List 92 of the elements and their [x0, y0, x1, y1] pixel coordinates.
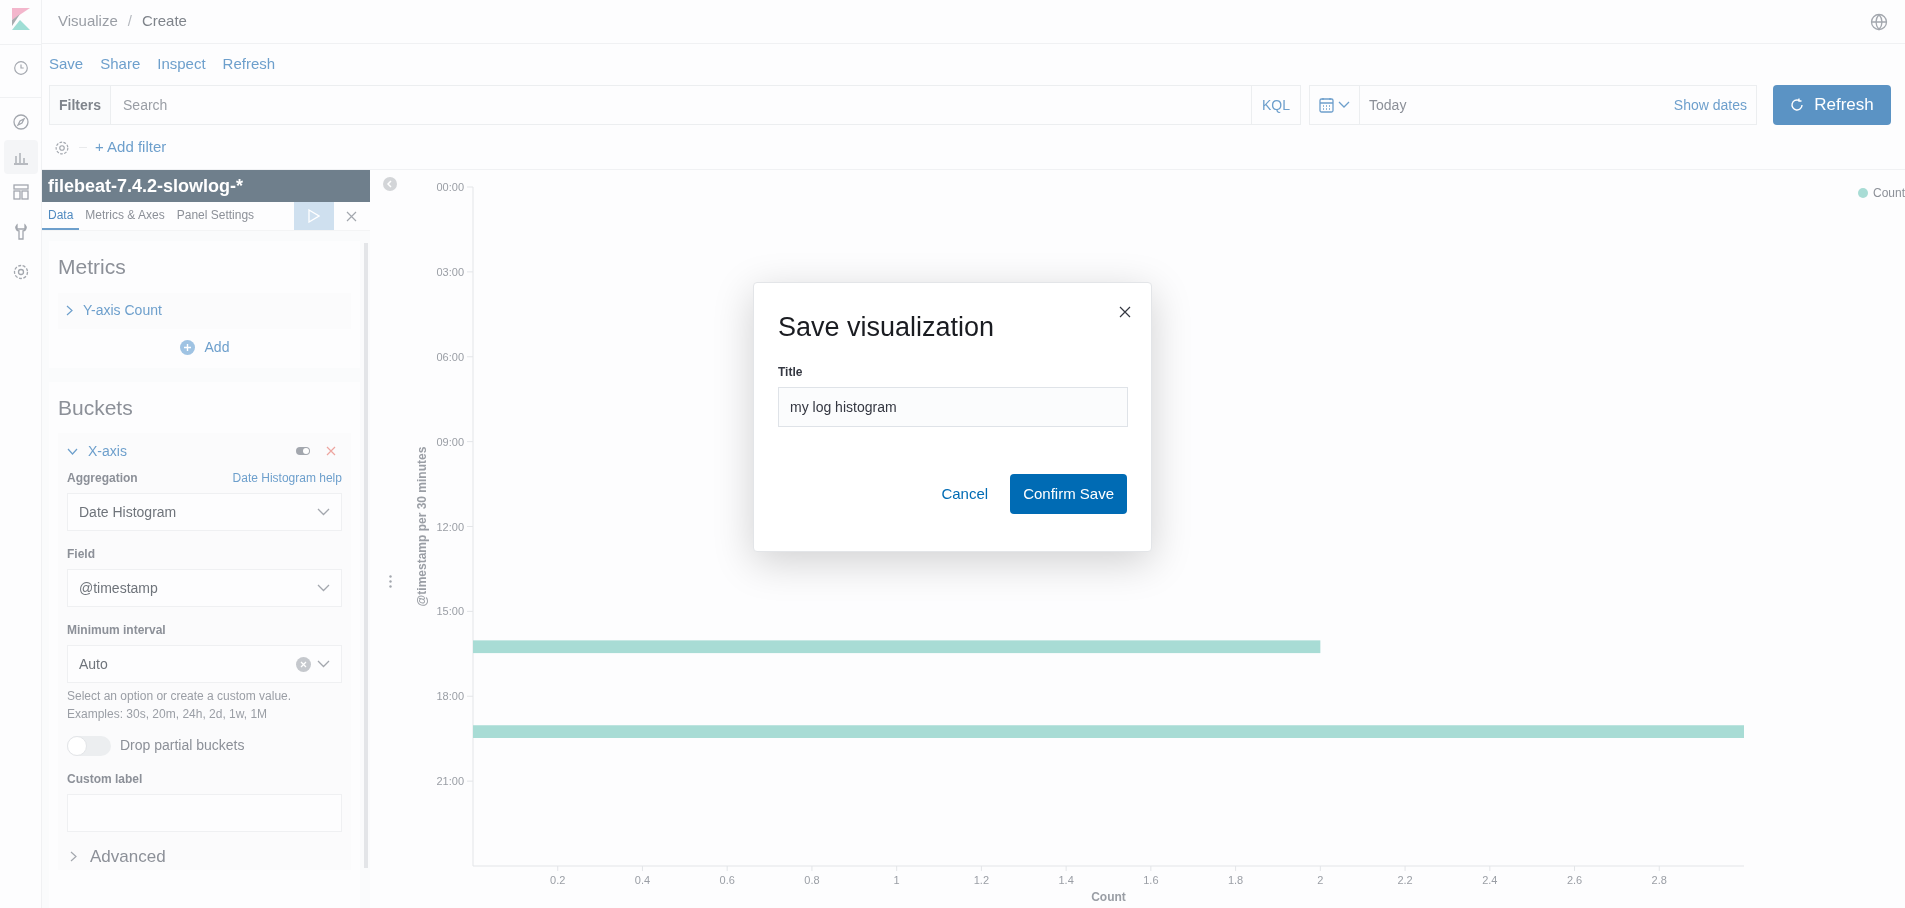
- play-icon: [307, 209, 320, 223]
- axis-tick-label: 1.2: [973, 874, 989, 886]
- axis-tick-label: 1.4: [1058, 874, 1074, 886]
- date-picker-button[interactable]: [1309, 85, 1361, 125]
- help-link[interactable]: Date Histogram help: [232, 469, 342, 493]
- axis-tick-label: 0.8: [804, 874, 820, 886]
- axis-tick-label: 2.4: [1482, 874, 1498, 886]
- add-button[interactable]: Add: [179, 336, 230, 358]
- chevron-right-icon: [70, 851, 77, 863]
- search-field[interactable]: Search: [111, 85, 1251, 125]
- kql-button[interactable]: KQL: [1251, 85, 1302, 125]
- switch[interactable]: [67, 735, 111, 756]
- axis-tick-label: 03:00: [436, 265, 464, 278]
- calendar-icon: [1319, 97, 1335, 113]
- add-filter-link[interactable]: + Add filter: [95, 136, 167, 159]
- cancel-button[interactable]: Cancel: [929, 474, 1001, 514]
- close-button[interactable]: [1119, 305, 1133, 319]
- field-label: Minimum interval: [67, 622, 167, 639]
- chevron-down-icon: [316, 584, 330, 592]
- index-pattern-title: filebeat-7.4.2-slowlog-*: [42, 170, 370, 202]
- confirm-save-button[interactable]: Confirm Save: [1010, 474, 1127, 514]
- bar[interactable]: [472, 640, 1321, 654]
- close-icon: [1119, 306, 1131, 318]
- axis-tick-label: 09:00: [436, 435, 464, 448]
- axis-tick-label: 0.4: [634, 874, 651, 886]
- enable-toggle[interactable]: [295, 447, 310, 455]
- axis-tick-label: 2.8: [1651, 874, 1667, 886]
- accordion-toggle[interactable]: Advanced: [67, 844, 169, 870]
- help-text: Select an option or create a custom value.: [67, 688, 293, 705]
- axis-tick-label: 2.2: [1397, 874, 1413, 886]
- axis-tick-label: 0.6: [719, 874, 735, 886]
- axis-tick-label: 06:00: [436, 350, 464, 363]
- dashboard-icon[interactable]: [10, 182, 31, 202]
- field-label: Aggregation: [67, 470, 138, 487]
- menu-link[interactable]: Save: [49, 52, 84, 76]
- field-label: Field: [67, 546, 96, 563]
- collapse-icon[interactable]: [383, 177, 398, 191]
- select-field[interactable]: Date Histogram: [67, 493, 342, 531]
- resize-handle-icon[interactable]: [388, 575, 392, 588]
- chevron-right-icon: [66, 305, 73, 316]
- axis-tick-label: 2: [1317, 874, 1324, 886]
- clear-icon[interactable]: [295, 656, 311, 672]
- compass-icon[interactable]: [10, 112, 31, 132]
- show-dates-link[interactable]: Show dates: [1664, 94, 1756, 116]
- axis-tick-label: 18:00: [436, 690, 464, 703]
- bar[interactable]: [472, 725, 1744, 738]
- axis-tick-label: 0.2: [550, 874, 566, 886]
- refresh-icon: [1790, 98, 1805, 112]
- date-text: Today: [1368, 95, 1408, 115]
- chevron-down-icon: [67, 447, 78, 455]
- logo-icon[interactable]: [11, 8, 30, 30]
- axis-tick-label: 15:00: [436, 605, 464, 618]
- editor-tab[interactable]: Panel Settings: [170, 202, 261, 230]
- refresh-button[interactable]: Refresh: [1773, 85, 1891, 125]
- axis-tick-label: 00:00: [436, 181, 464, 193]
- filters-button[interactable]: Filters: [49, 85, 111, 125]
- axis-tick-label: 1: [893, 874, 900, 886]
- title-field[interactable]: my log histogram: [778, 387, 1128, 427]
- caret-icon: [1338, 101, 1351, 109]
- chevron-down-icon: [316, 660, 330, 668]
- chevron-down-icon: [316, 508, 330, 516]
- field-label: Custom label: [67, 771, 144, 788]
- axis-title: @timestamp per 30 minutes: [414, 446, 429, 607]
- menu-link[interactable]: Inspect: [157, 52, 206, 76]
- accordion-toggle[interactable]: X-axis: [67, 440, 127, 462]
- breadcrumb-separator: /: [127, 11, 132, 32]
- legend-label[interactable]: Count: [1872, 184, 1905, 202]
- axis-tick-label: 21:00: [436, 775, 464, 788]
- apply-button[interactable]: [293, 202, 334, 230]
- plus-circle-icon: [179, 339, 195, 355]
- section-title: Metrics: [58, 254, 127, 280]
- close-icon[interactable]: [325, 446, 336, 456]
- select-field[interactable]: @timestamp: [67, 569, 342, 607]
- field-label: Title: [778, 364, 804, 381]
- breadcrumb[interactable]: Visualize: [58, 10, 118, 33]
- select-field[interactable]: Auto: [67, 645, 342, 683]
- help-text: Examples: 30s, 20m, 24h, 2d, 1w, 1M: [67, 706, 269, 723]
- breadcrumb[interactable]: Create: [141, 10, 187, 33]
- globe-icon[interactable]: [1869, 11, 1889, 32]
- axis-title: Count: [1091, 890, 1126, 904]
- menu-link[interactable]: Refresh: [222, 52, 276, 76]
- axis-tick-label: 12:00: [436, 520, 464, 533]
- axis-tick-label: 1.6: [1143, 874, 1159, 886]
- close-icon: [346, 210, 358, 222]
- clock-icon[interactable]: [11, 59, 30, 77]
- section-title: Buckets: [58, 394, 134, 421]
- dialog-title: Save visualization: [778, 311, 996, 344]
- axis-tick-label: 1.8: [1227, 874, 1244, 886]
- menu-link[interactable]: Share: [100, 52, 141, 76]
- axis-tick-label: 2.6: [1566, 874, 1583, 886]
- editor-tab[interactable]: Metrics & Axes: [79, 202, 171, 230]
- switch-label: Drop partial buckets: [120, 736, 245, 755]
